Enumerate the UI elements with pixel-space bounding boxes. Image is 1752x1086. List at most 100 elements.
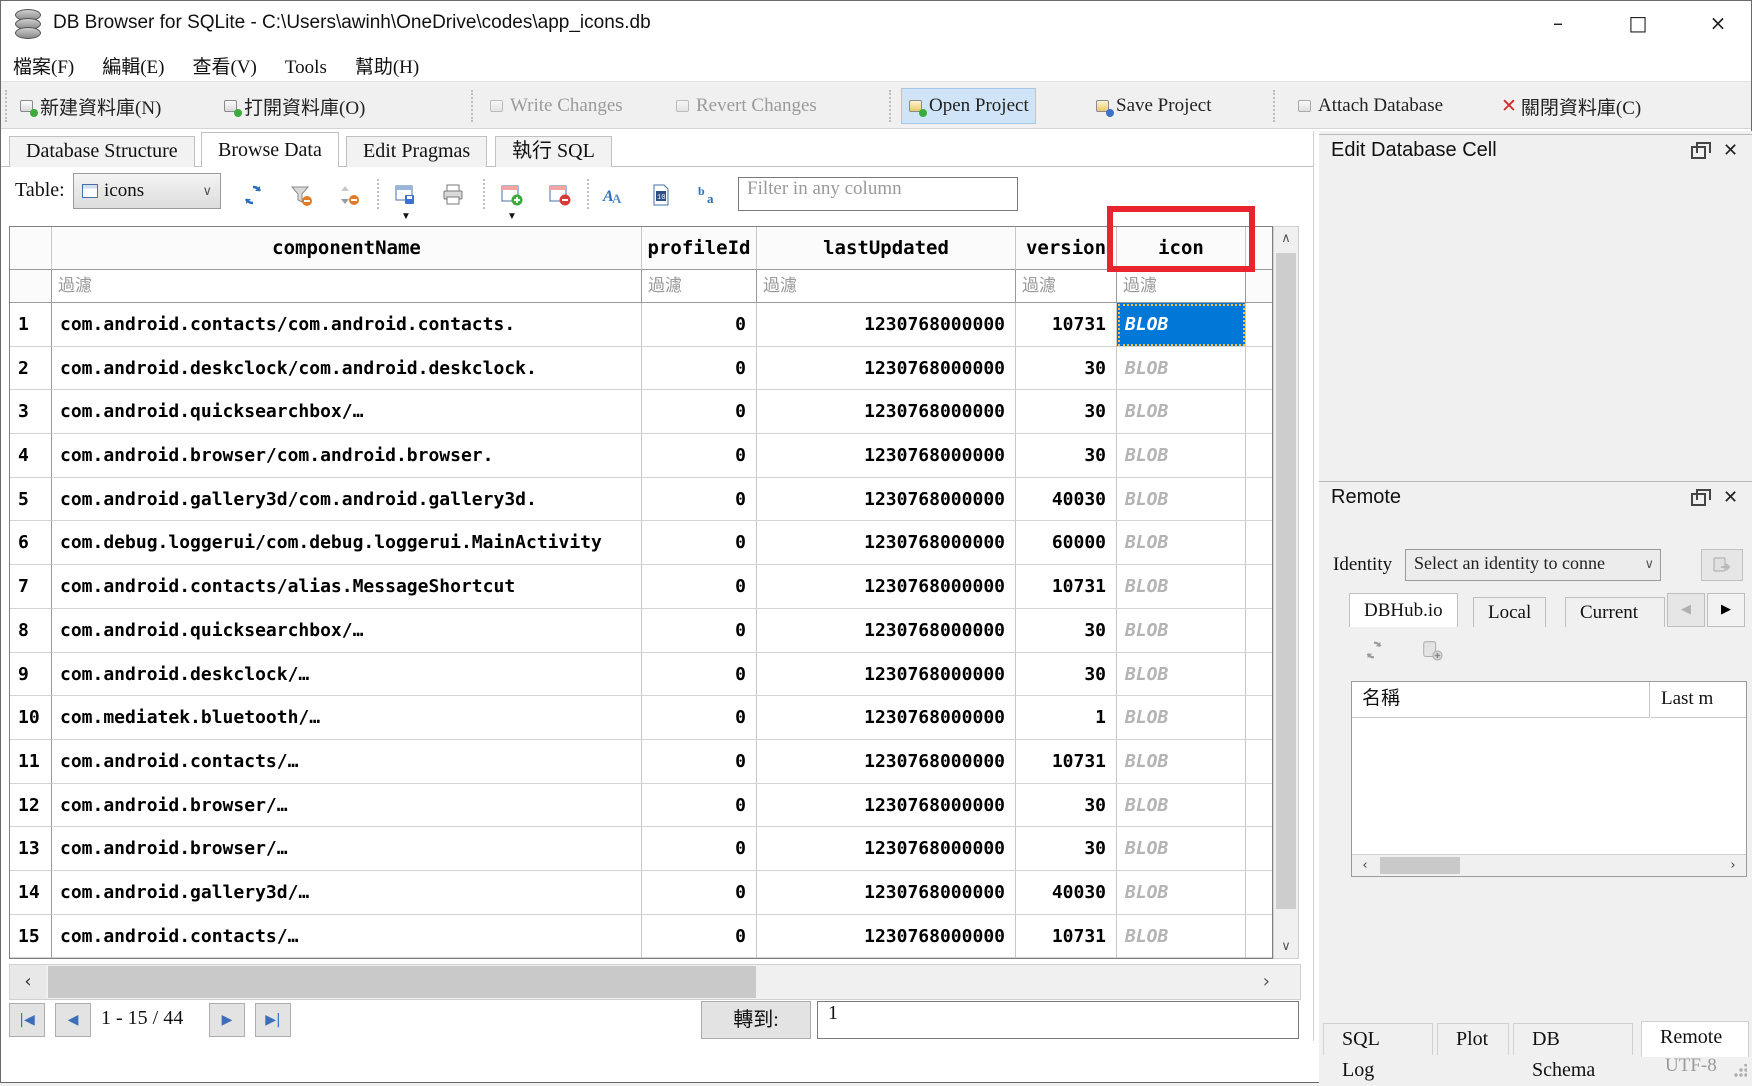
new-database-button[interactable]: 新建資料庫(N) [13, 88, 167, 124]
cell-lastUpdated[interactable]: 1230768000000 [757, 565, 1016, 609]
menu-view[interactable]: 查看(V) [181, 49, 269, 82]
first-page-button[interactable]: |◀ [9, 1003, 45, 1037]
cell-lastUpdated[interactable]: 1230768000000 [757, 653, 1016, 697]
cell-lastUpdated[interactable]: 1230768000000 [757, 478, 1016, 522]
cell-lastUpdated[interactable]: 1230768000000 [757, 740, 1016, 784]
cell-version[interactable]: 30 [1016, 434, 1117, 478]
cell-profileId[interactable]: 0 [642, 696, 757, 740]
maximize-button[interactable]: □ [1609, 1, 1667, 45]
grid-vertical-scrollbar[interactable]: ∧ ∨ [1273, 226, 1299, 959]
close-panel-icon[interactable]: ✕ [1723, 136, 1738, 166]
open-project-button[interactable]: Open Project [901, 88, 1036, 124]
cell-stub[interactable] [1246, 915, 1272, 959]
cell-componentName[interactable]: com.android.quicksearchbox/… [52, 390, 642, 434]
remote-tab-dbhub[interactable]: DBHub.io [1349, 593, 1458, 627]
remote-tab-current-database[interactable]: Current Dat [1565, 597, 1665, 627]
cell-componentName[interactable]: com.android.browser/… [52, 784, 642, 828]
open-database-button[interactable]: 打開資料庫(O) [217, 88, 371, 124]
cell-version[interactable]: 30 [1016, 784, 1117, 828]
tab-scroll-right-icon[interactable]: ▶ [1707, 593, 1745, 627]
cell-version[interactable]: 40030 [1016, 478, 1117, 522]
cell-componentName[interactable]: com.android.deskclock/… [52, 653, 642, 697]
menu-tools[interactable]: Tools [273, 54, 339, 82]
cell-componentName[interactable]: com.android.quicksearchbox/… [52, 609, 642, 653]
cell-icon-blob[interactable]: BLOB [1117, 784, 1246, 828]
cell-version[interactable]: 30 [1016, 653, 1117, 697]
scroll-down-icon[interactable]: ∨ [1274, 939, 1298, 954]
resize-grip[interactable] [1733, 1064, 1747, 1078]
column-header-version[interactable]: version [1016, 227, 1117, 270]
cell-icon-blob[interactable]: BLOB [1117, 303, 1246, 347]
column-header-componentName[interactable]: componentName [52, 227, 642, 270]
cell-version[interactable]: 10731 [1016, 303, 1117, 347]
scroll-up-icon[interactable]: ∧ [1274, 231, 1298, 246]
cell-stub[interactable] [1246, 565, 1272, 609]
cell-stub[interactable] [1246, 871, 1272, 915]
cell-componentName[interactable]: com.android.gallery3d/com.android.galler… [52, 478, 642, 522]
cell-version[interactable]: 60000 [1016, 521, 1117, 565]
cell-stub[interactable] [1246, 521, 1272, 565]
cell-profileId[interactable]: 0 [642, 609, 757, 653]
cell-icon-blob[interactable]: BLOB [1117, 434, 1246, 478]
binary-view-button[interactable]: 10 [649, 183, 673, 207]
delete-record-button[interactable] [547, 183, 571, 207]
cell-icon-blob[interactable]: BLOB [1117, 390, 1246, 434]
cell-componentName[interactable]: com.android.browser/… [52, 827, 642, 871]
cell-lastUpdated[interactable]: 1230768000000 [757, 434, 1016, 478]
cell-icon-blob[interactable]: BLOB [1117, 653, 1246, 697]
cell-stub[interactable] [1246, 740, 1272, 784]
bottom-tab-remote[interactable]: Remote [1641, 1021, 1749, 1057]
remote-list-hscrollbar[interactable]: ‹ › [1352, 854, 1746, 876]
remote-hscroll-thumb[interactable] [1380, 857, 1460, 874]
cell-lastUpdated[interactable]: 1230768000000 [757, 871, 1016, 915]
cell-icon-blob[interactable]: BLOB [1117, 696, 1246, 740]
cell-lastUpdated[interactable]: 1230768000000 [757, 784, 1016, 828]
remote-clone-database-button[interactable] [1421, 639, 1445, 663]
scroll-left-icon[interactable]: ‹ [1352, 855, 1378, 876]
insert-record-dropdown-arrow[interactable]: ▼ [507, 211, 517, 222]
tab-scroll-left-icon[interactable]: ◀ [1667, 593, 1705, 627]
bottom-tab-db-schema[interactable]: DB Schema [1513, 1023, 1633, 1055]
column-header-profileId[interactable]: profileId [642, 227, 757, 270]
identity-combo[interactable]: Select an identity to conne ∨ [1405, 549, 1661, 581]
scroll-right-icon[interactable]: › [1263, 965, 1270, 999]
cell-profileId[interactable]: 0 [642, 303, 757, 347]
print-button[interactable] [441, 183, 465, 207]
cell-componentName[interactable]: com.android.contacts/alias.MessageShortc… [52, 565, 642, 609]
clear-sorting-button[interactable] [337, 183, 361, 207]
cell-profileId[interactable]: 0 [642, 521, 757, 565]
cell-profileId[interactable]: 0 [642, 347, 757, 391]
remote-column-last-modified[interactable]: Last m [1651, 682, 1746, 718]
save-project-button[interactable]: Save Project [1089, 88, 1218, 124]
cell-icon-blob[interactable]: BLOB [1117, 478, 1246, 522]
cell-stub[interactable] [1246, 827, 1272, 871]
close-button[interactable]: × [1689, 1, 1747, 45]
cell-profileId[interactable]: 0 [642, 653, 757, 697]
cell-stub[interactable] [1246, 478, 1272, 522]
filter-lastUpdated[interactable]: 過濾 [757, 270, 1016, 302]
cell-version[interactable]: 30 [1016, 827, 1117, 871]
cell-version[interactable]: 10731 [1016, 915, 1117, 959]
cell-icon-blob[interactable]: BLOB [1117, 871, 1246, 915]
cell-lastUpdated[interactable]: 1230768000000 [757, 827, 1016, 871]
cell-version[interactable]: 10731 [1016, 565, 1117, 609]
cell-stub[interactable] [1246, 303, 1272, 347]
cell-componentName[interactable]: com.android.contacts/com.android.contact… [52, 303, 642, 347]
tab-browse-data[interactable]: Browse Data [201, 132, 339, 167]
filter-componentName[interactable]: 過濾 [52, 270, 642, 302]
cell-icon-blob[interactable]: BLOB [1117, 521, 1246, 565]
cell-stub[interactable] [1246, 653, 1272, 697]
cell-profileId[interactable]: 0 [642, 390, 757, 434]
filter-any-column-input[interactable]: Filter in any column [738, 177, 1018, 211]
cell-stub[interactable] [1246, 784, 1272, 828]
bottom-tab-sql-log[interactable]: SQL Log [1323, 1023, 1433, 1055]
cell-profileId[interactable]: 0 [642, 740, 757, 784]
goto-record-input[interactable]: 1 [817, 1001, 1299, 1039]
close-panel-icon[interactable]: ✕ [1723, 483, 1738, 513]
cell-version[interactable]: 10731 [1016, 740, 1117, 784]
scroll-right-icon[interactable]: › [1720, 855, 1746, 876]
prev-page-button[interactable]: ◀ [55, 1003, 91, 1037]
last-page-button[interactable]: ▶| [255, 1003, 291, 1037]
save-results-button[interactable] [393, 183, 417, 207]
table-select-combo[interactable]: icons ∨ [73, 173, 221, 209]
